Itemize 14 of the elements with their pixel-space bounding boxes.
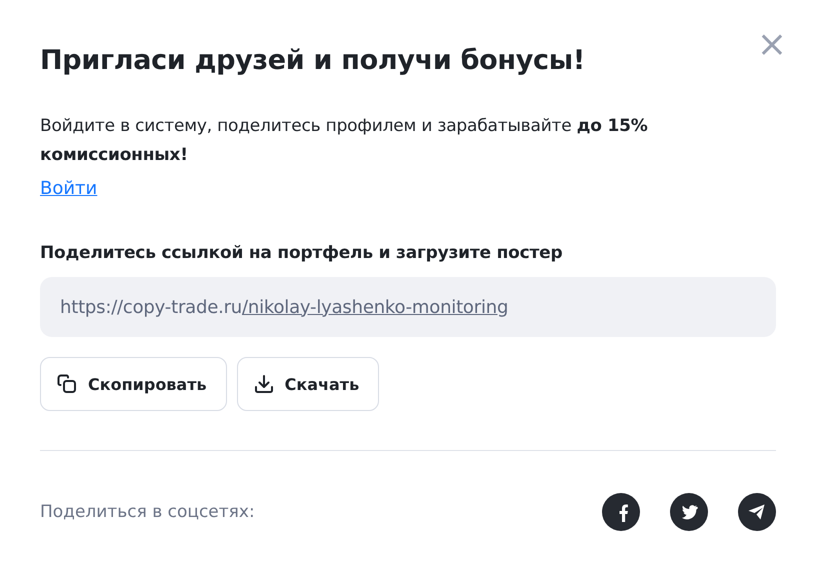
copy-button[interactable]: Скопировать [40,357,227,411]
copy-icon [56,373,78,395]
description-text: Войдите в систему, поделитесь профилем и зарабатывайте до 15% комиссионных! [40,115,649,167]
close-button[interactable]: × [756,32,787,58]
dialog-title: Пригласи друзей и получи бонусы! [40,45,585,76]
section-label: Поделитесь ссылкой на портфель и загрузите постер [40,243,564,263]
download-icon [252,373,275,395]
bird-icon[interactable] [670,493,708,531]
paper-plane-icon[interactable] [738,493,776,531]
login-link[interactable]: Войти [40,178,98,199]
download-button[interactable]: Скачать [236,357,380,411]
f-letter-icon[interactable] [602,493,640,531]
link-field[interactable]: https://copy-trade.ru/nikolay-lyashenko-monitoring [40,277,776,337]
social-label: Поделиться в соцсетях: [40,502,255,522]
